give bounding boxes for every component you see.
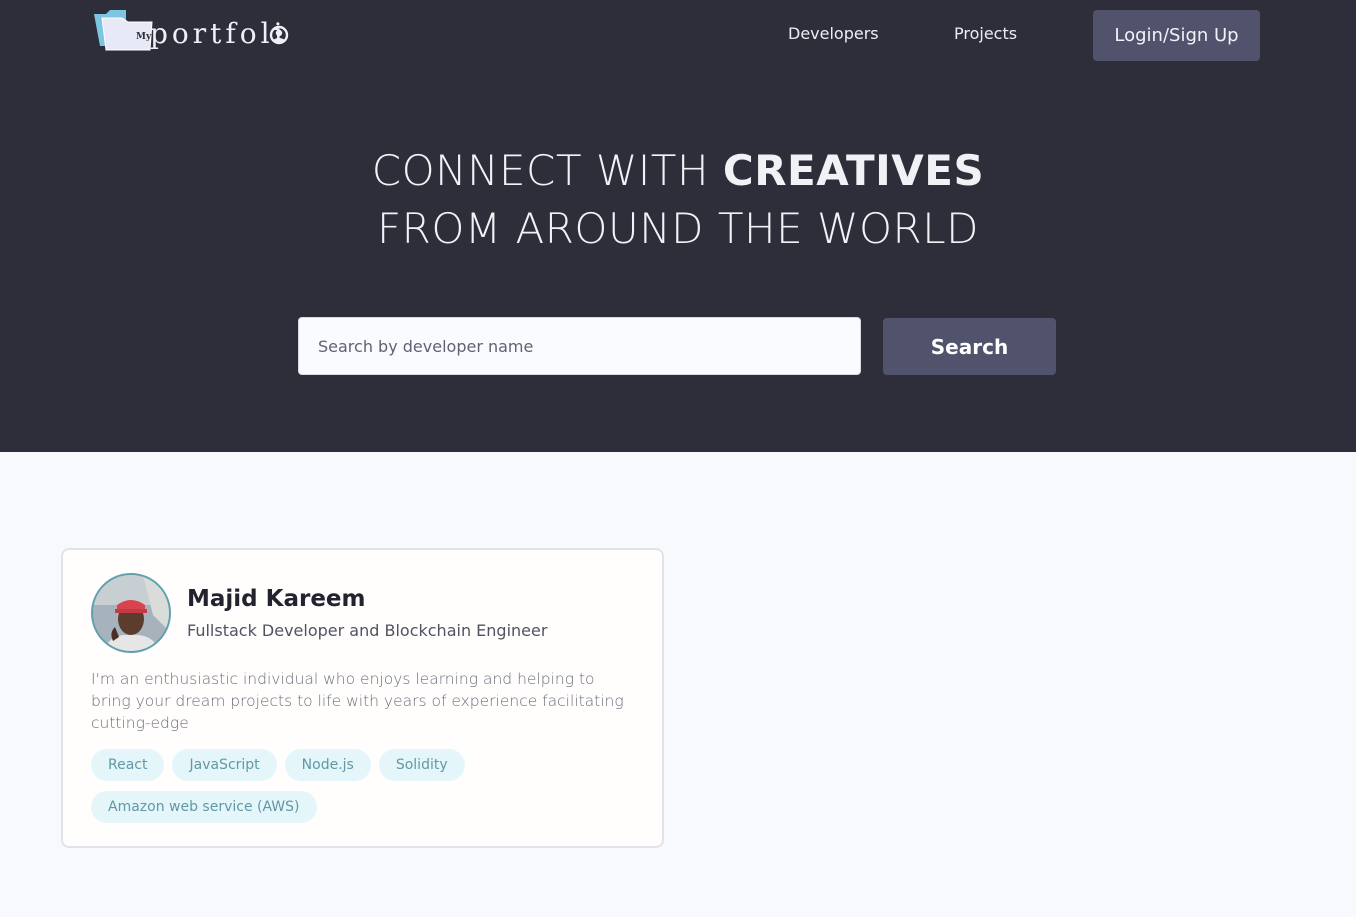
developer-bio: I'm an enthusiastic individual who enjoy… — [91, 670, 624, 732]
developer-name[interactable]: Majid Kareem — [187, 586, 366, 612]
developer-avatar — [91, 573, 171, 653]
nav-developers-link[interactable]: Developers — [788, 24, 879, 44]
nav-projects-link[interactable]: Projects — [954, 24, 1017, 44]
developer-search-input[interactable] — [298, 317, 861, 375]
skill-tag: JavaScript — [172, 749, 277, 781]
headline-line1-prefix: CONNECT WITH — [371, 146, 723, 195]
search-button[interactable]: Search — [883, 318, 1056, 375]
headline-highlight: CREATIVES — [722, 146, 985, 195]
skill-tag: React — [91, 749, 165, 781]
headline-line2: FROM AROUND THE WORLD — [377, 204, 979, 253]
profile-photo-icon — [93, 575, 169, 651]
logo-small-text: My — [136, 32, 152, 42]
skill-tag: Node.js — [284, 749, 371, 781]
login-signup-button[interactable]: Login/Sign Up — [1093, 10, 1260, 61]
hero-section: My portfoli Developers Projects Login/Si… — [0, 0, 1356, 452]
skill-tags: React JavaScript Node.js Solidity Amazon… — [91, 749, 651, 823]
skill-tag: Amazon web service (AWS) — [91, 791, 317, 823]
logo-text: portfoli — [150, 17, 287, 50]
skill-tag: Solidity — [378, 749, 465, 781]
site-logo[interactable]: My portfoli — [92, 8, 292, 58]
hero-headline: CONNECT WITH CREATIVES FROM AROUND THE W… — [0, 142, 1356, 258]
developer-title: Fullstack Developer and Blockchain Engin… — [187, 621, 548, 640]
developer-card[interactable]: Majid Kareem Fullstack Developer and Blo… — [61, 548, 664, 848]
